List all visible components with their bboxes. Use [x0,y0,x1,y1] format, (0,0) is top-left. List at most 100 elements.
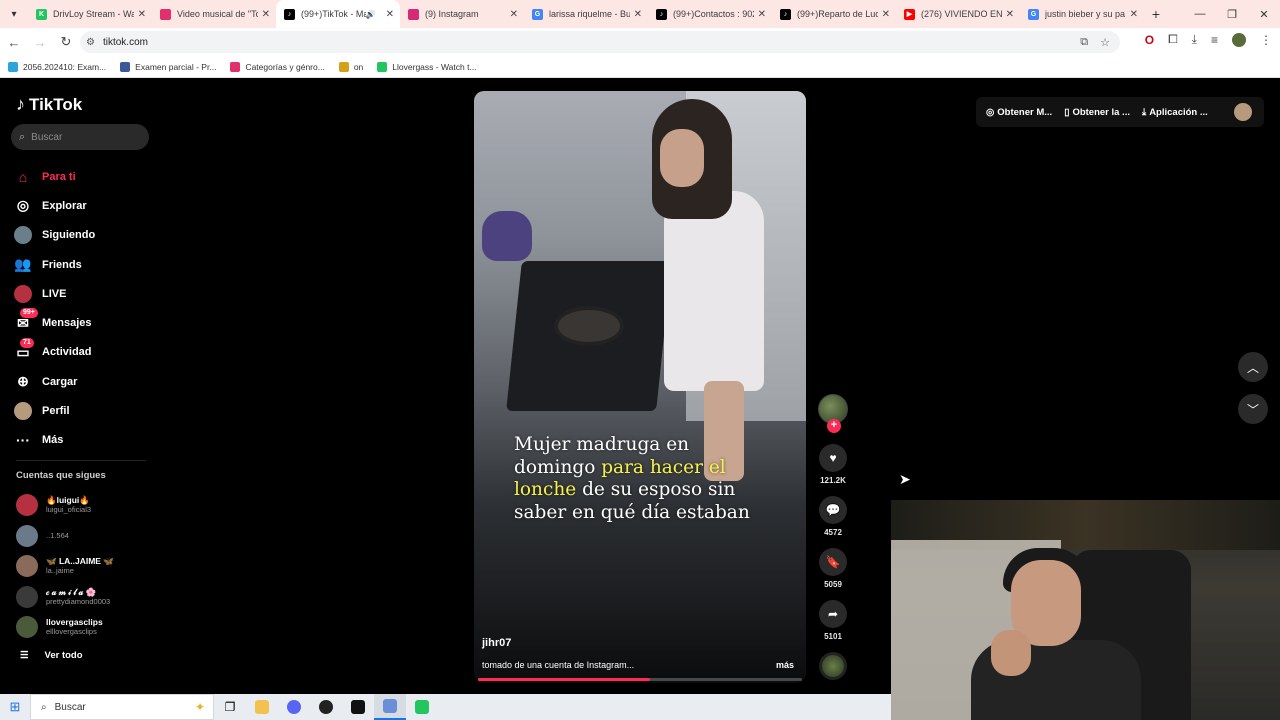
video-author[interactable]: jihr07 [482,637,511,649]
bookmark-item[interactable]: 2056.202410: Exam... [8,61,106,72]
sidebar-item-mas[interactable]: ··· Más [14,426,154,455]
tab-search-chevron-icon[interactable]: ▾ [0,0,28,28]
browser-tab[interactable]: ▶ (276) VIVIENDO EN L ✕ [896,0,1020,28]
sidebar-item-siguiendo[interactable]: Siguiendo [14,221,154,250]
creator-avatar[interactable]: + [818,394,848,433]
video-progress-bar[interactable] [478,678,802,681]
more-link[interactable]: más [776,660,794,670]
see-all-link[interactable]: ☰ Ver todo [20,650,83,661]
sidebar-item-label: Cargar [42,375,78,388]
tab-close-icon[interactable]: ✕ [386,9,394,20]
task-view-icon[interactable]: ❐ [214,694,246,720]
browser-tab[interactable]: ♪ (99+)Contactos : 902 ✕ [648,0,772,28]
sidebar-item-label: Siguiendo [42,229,96,242]
browser-tab[interactable]: Video musical de "To ✕ [152,0,276,28]
browser-tab[interactable]: ♪ (99+)TikTok - Ma 🔊 ✕ [276,0,400,28]
user-avatar[interactable] [1234,103,1252,121]
tab-title: (9) Instagram [425,9,479,19]
site-settings-icon[interactable]: ⚙ [86,37,95,48]
share-icon[interactable]: ➦ [819,600,847,628]
bookmark-icon[interactable]: 🔖 [819,548,847,576]
bookmark-item[interactable]: Examen parcial - Pr... [120,61,217,72]
sidebar-item-perfil[interactable]: Perfil [14,396,154,425]
tab-close-icon[interactable]: ✕ [882,9,890,20]
sidebar-item-mensajes[interactable]: ✉ 99+ Mensajes [14,308,154,337]
browser-tab[interactable]: Gjustin bieber y su pa ✕ [1020,0,1144,28]
divider [16,460,146,461]
followed-account[interactable]: 𝒸 𝒶 𝓂 𝒾 𝓁 𝒶 🌸 prettydiamond0003 [16,582,156,613]
tab-close-icon[interactable]: ✕ [634,9,642,20]
tiktok-logo[interactable]: ♪ TikTok [16,94,82,115]
followed-account[interactable]: llovergasclips elllovergasclips [16,612,156,643]
tab-title: larissa riquelme - Bus [549,9,630,19]
sidebar-item-label: Actividad [42,346,92,359]
browser-tab[interactable]: Glarissa riquelme - Bus ✕ [524,0,648,28]
browser-tab[interactable]: (9) Instagram ✕ [400,0,524,28]
video-player[interactable]: Mujer madruga en domingo para hacer el l… [474,91,806,683]
followed-account[interactable]: 🦋 LA..JAIME 🦋 la..jaime [16,551,156,582]
browser-tab[interactable]: K DrivLoy Stream - Wat ✕ [28,0,152,28]
comment-icon[interactable]: 💬 [819,496,847,524]
browser-tab[interactable]: ♪ (99+)Reparto de Luc ✕ [772,0,896,28]
sidebar-item-actividad[interactable]: ▭ 71 Actividad [14,337,154,367]
taskbar-search-label: Buscar [54,701,86,713]
sidebar-item-explorar[interactable]: ◎ Explorar [14,191,154,220]
top-action-button[interactable]: ⤓ Aplicación ... [1142,107,1208,118]
sidebar-item-friends[interactable]: 👥 Friends [14,250,154,279]
tab-close-icon[interactable]: ✕ [510,9,518,20]
restore-icon[interactable]: ❐ [1216,0,1248,28]
tab-close-icon[interactable]: ✕ [758,9,766,20]
cast-icon[interactable]: ⧉ [1080,36,1088,49]
media-icon[interactable]: ≡ [1211,33,1218,47]
tab-close-icon[interactable]: ✕ [1130,9,1138,20]
upload-icon: ⊕ [17,373,29,390]
windows-start-icon[interactable]: ⊞ [0,694,30,720]
back-arrow-icon[interactable]: ← [2,30,26,54]
bookmark-item[interactable]: Categorías y génro... [230,61,325,72]
sidebar-item-live[interactable]: LIVE [14,279,154,308]
new-tab-button[interactable]: + [1144,6,1168,22]
forward-arrow-icon[interactable]: → [28,30,52,54]
opera-icon[interactable]: O [1145,33,1154,47]
follow-plus-icon[interactable]: + [827,419,841,433]
followed-account[interactable]: 🔥luigui🔥 luigui_oficial3 [16,490,156,521]
kick-app-icon[interactable] [406,694,438,720]
close-window-icon[interactable]: ✕ [1248,0,1280,28]
top-action-button[interactable]: ▯ Obtener la ... [1064,107,1130,118]
bookmark-star-icon[interactable]: ☆ [1100,36,1110,49]
capcut-icon[interactable] [342,694,374,720]
taskbar-search[interactable]: ⌕ Buscar ✦ [30,694,214,720]
minimize-icon[interactable]: — [1184,0,1216,28]
profile-avatar[interactable] [1232,32,1246,47]
download-icon[interactable]: ⤓ [1192,32,1197,47]
bookmark-item[interactable]: Llovergass - Watch t... [377,61,477,72]
tab-close-icon[interactable]: ✕ [262,9,270,20]
caption-line-1: Mujer madruga en [514,434,690,455]
tab-audio-icon[interactable]: 🔊 [366,10,376,19]
account-avatar [16,616,38,639]
music-disc-icon[interactable] [819,652,847,680]
bookmark-label: Examen parcial - Pr... [135,61,217,72]
extensions-icon[interactable]: ⧠ [1168,32,1178,47]
followed-account[interactable]: ..1.564 [16,521,156,552]
obs-icon[interactable] [310,694,342,720]
bookmark-item[interactable]: on [338,61,363,72]
notepad-icon[interactable] [374,694,406,720]
previous-video-chevron-up-icon[interactable]: ︿ [1238,352,1268,382]
tab-close-icon[interactable]: ✕ [138,9,146,20]
tab-close-icon[interactable]: ✕ [1006,9,1014,20]
address-bar[interactable]: ⚙ tiktok.com ⧉ ☆ [80,31,1120,53]
account-handle: la..jaime [46,566,74,576]
get-coins-icon: ◎ [986,106,995,118]
search-input[interactable]: ⌕ Buscar [11,124,149,150]
reload-icon[interactable]: ↻ [54,30,78,54]
next-video-chevron-down-icon[interactable]: ﹀ [1238,394,1268,424]
sidebar-item-cargar[interactable]: ⊕ Cargar [14,367,154,396]
file-explorer-icon[interactable] [246,694,278,720]
sidebar-item-para-ti[interactable]: ⌂ Para ti [14,162,154,191]
top-action-button[interactable]: ◎ Obtener M... [986,107,1052,118]
menu-icon[interactable]: ⋮ [1260,33,1272,47]
heart-icon[interactable]: ♥ [819,444,847,472]
discord-icon[interactable] [278,694,310,720]
account-names: llovergasclips elllovergasclips [46,617,103,637]
